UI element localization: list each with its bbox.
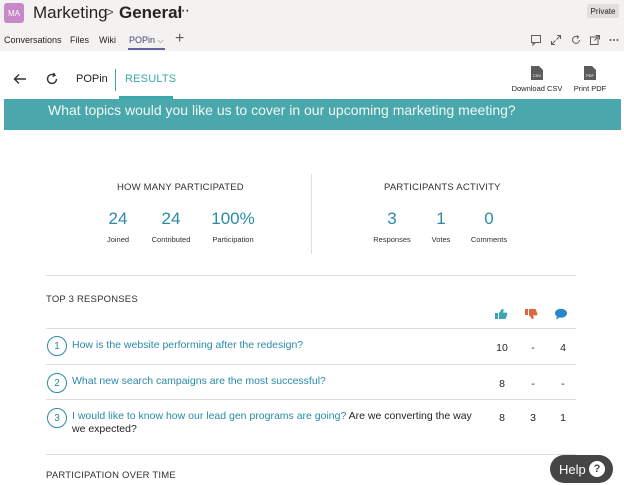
stats-section: HOW MANY PARTICIPATED 24 24 100% Joined … <box>3 130 621 276</box>
open-external-icon[interactable] <box>589 34 601 46</box>
print-pdf-label: Print PDF <box>573 84 607 93</box>
reload-icon[interactable] <box>570 34 582 46</box>
comment-icon <box>555 308 567 320</box>
votes-label: Votes <box>431 235 451 244</box>
popin-app: POPin RESULTS CSV Download CSV PDF Print… <box>0 51 624 485</box>
tab-popin[interactable]: POPin ⌵ <box>129 35 164 46</box>
joined-label: Joined <box>106 235 130 244</box>
download-csv-label: Download CSV <box>511 84 563 93</box>
more-icon[interactable] <box>608 34 620 46</box>
comment-count: 4 <box>560 342 566 354</box>
participation-value: 100% <box>211 209 255 228</box>
csv-file-tag: CSV <box>533 73 542 78</box>
responses-label: Responses <box>373 235 411 244</box>
question-mark-icon: ? <box>589 461 605 477</box>
thumbs-up-icon <box>495 308 508 319</box>
active-tab-indicator <box>128 48 165 50</box>
more-options-icon[interactable]: ··· <box>176 2 190 20</box>
channel-tabs: Conversations Files Wiki POPin ⌵ + <box>0 29 624 51</box>
section-divider <box>46 275 576 276</box>
response-link[interactable]: What new search campaigns are the most s… <box>72 375 326 387</box>
csv-file-icon: CSV <box>531 66 543 80</box>
responses-value: 3 <box>387 209 397 228</box>
response-link[interactable]: How is the website performing after the … <box>72 339 303 351</box>
add-tab-icon[interactable]: + <box>175 30 184 48</box>
app-title: POPin <box>76 73 108 85</box>
expand-icon[interactable] <box>550 34 562 46</box>
section-divider <box>46 454 576 455</box>
comments-label: Comments <box>470 235 508 244</box>
response-text: I would like to know how our lead gen pr… <box>72 410 484 436</box>
stats-divider <box>311 174 312 254</box>
response-row[interactable]: 1 How is the website performing after th… <box>46 328 576 364</box>
popin-toolbar: POPin RESULTS CSV Download CSV PDF Print… <box>0 51 624 99</box>
pdf-file-tag: PDF <box>586 73 595 78</box>
team-name[interactable]: Marketing <box>33 3 108 23</box>
contributed-value: 24 <box>161 209 181 228</box>
downvote-count: - <box>531 378 535 390</box>
help-label: Help <box>559 461 586 477</box>
refresh-icon[interactable] <box>44 71 60 87</box>
downvote-count: 3 <box>530 412 536 424</box>
question-text: What topics would you like us to cover i… <box>48 102 516 118</box>
upvote-count: 10 <box>496 342 508 354</box>
row-divider <box>46 328 576 329</box>
tab-popin-label: POPin <box>129 35 156 45</box>
upvote-count: 8 <box>499 378 505 390</box>
response-row[interactable]: 3 I would like to know how our lead gen … <box>46 399 576 449</box>
response-row[interactable]: 2 What new search campaigns are the most… <box>46 364 576 400</box>
contributed-label: Contributed <box>151 235 191 244</box>
response-text: What new search campaigns are the most s… <box>72 375 484 388</box>
response-text: How is the website performing after the … <box>72 339 484 352</box>
rank-badge: 2 <box>47 373 67 393</box>
tab-files[interactable]: Files <box>70 35 89 45</box>
comment-count: 1 <box>560 412 566 424</box>
participation-heading: HOW MANY PARTICIPATED <box>117 182 244 193</box>
help-button[interactable]: Help ? <box>550 455 613 483</box>
chat-icon[interactable] <box>530 34 542 46</box>
channel-name: General <box>119 3 183 22</box>
download-csv-button[interactable]: CSV Download CSV <box>509 65 565 93</box>
print-pdf-button[interactable]: PDF Print PDF <box>570 65 610 93</box>
rank-badge: 3 <box>47 408 67 428</box>
breadcrumb-separator: > <box>105 4 114 21</box>
teams-header: MA Marketing > General ··· Private <box>0 0 624 28</box>
tab-conversations[interactable]: Conversations <box>4 35 62 45</box>
comments-value: 0 <box>484 209 494 228</box>
question-banner: What topics would you like us to cover i… <box>4 99 621 130</box>
participation-over-time-heading: PARTICIPATION OVER TIME <box>46 470 176 481</box>
votes-value: 1 <box>436 209 446 228</box>
pdf-file-icon: PDF <box>584 66 596 80</box>
toolbar-divider <box>115 69 116 91</box>
upvote-count: 8 <box>499 412 505 424</box>
tab-results[interactable]: RESULTS <box>125 73 176 85</box>
back-arrow-icon[interactable] <box>12 71 28 87</box>
results-content: What topics would you like us to cover i… <box>3 99 621 485</box>
top-responses-heading: TOP 3 RESPONSES <box>46 294 138 305</box>
thumbs-down-icon <box>525 309 538 320</box>
activity-heading: PARTICIPANTS ACTIVITY <box>384 182 501 193</box>
row-divider <box>46 364 576 365</box>
private-badge: Private <box>587 4 619 18</box>
downvote-count: - <box>531 342 535 354</box>
chevron-down-icon: ⌵ <box>157 36 164 45</box>
comment-count: - <box>561 378 565 390</box>
response-link[interactable]: I would like to know how our lead gen pr… <box>72 410 346 422</box>
tab-wiki[interactable]: Wiki <box>99 35 116 45</box>
joined-value: 24 <box>108 209 128 228</box>
rank-badge: 1 <box>47 336 67 356</box>
team-avatar[interactable]: MA <box>4 3 24 23</box>
row-divider <box>46 399 576 400</box>
participation-label: Participation <box>212 235 254 244</box>
